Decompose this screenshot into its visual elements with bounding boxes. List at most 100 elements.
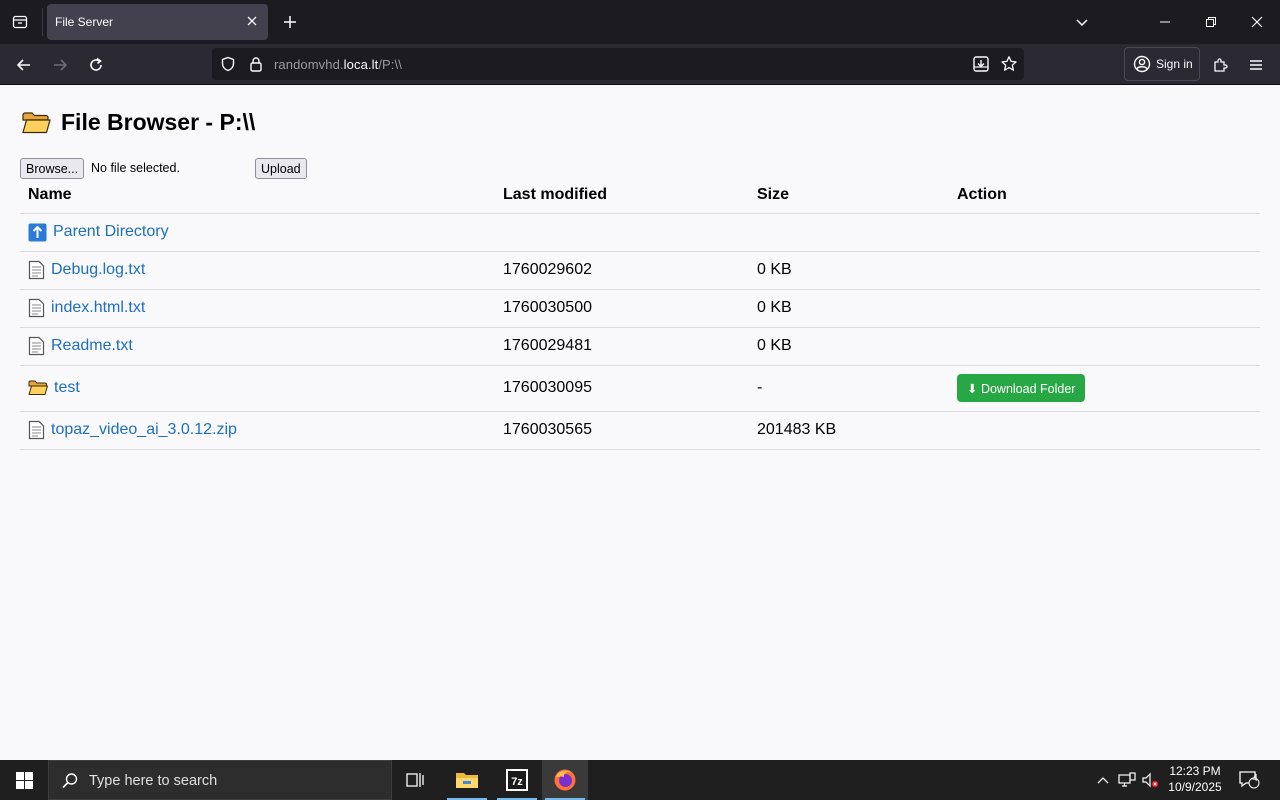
task-view-button[interactable]: [393, 760, 439, 800]
start-button[interactable]: [0, 760, 48, 800]
arrow-left-icon: [16, 59, 30, 71]
search-icon: [61, 772, 79, 795]
page-title: File Browser - P:\\: [61, 109, 256, 135]
file-link[interactable]: index.html.txt: [51, 299, 145, 317]
action-cell: [949, 289, 1260, 328]
chevron-up-icon: [1097, 777, 1109, 784]
minimize-button[interactable]: [1142, 0, 1188, 44]
action-cell: [949, 411, 1260, 450]
url-text[interactable]: randomvhd.loca.lt/P:\\: [274, 57, 402, 72]
taskbar-file-explorer[interactable]: [444, 760, 490, 800]
tab-separator: [42, 8, 43, 36]
windows-logo-icon: [15, 771, 33, 789]
column-header-name[interactable]: Name: [20, 177, 495, 214]
table-row: test 1760030095 - ⬇ Download Folder: [20, 365, 1260, 412]
close-tab-icon[interactable]: [244, 13, 260, 29]
table-row: topaz_video_ai_3.0.12.zip 1760030565 201…: [20, 411, 1260, 450]
upload-button[interactable]: Upload: [255, 158, 307, 179]
up-arrow-icon: [28, 223, 47, 241]
taskbar-clock[interactable]: 12:23 PM 10/9/2025: [1162, 763, 1228, 795]
volume-tray-button[interactable]: [1140, 760, 1160, 800]
reload-icon: [90, 57, 102, 71]
taskbar-firefox[interactable]: [542, 760, 588, 800]
app-menu-button[interactable]: [1241, 50, 1271, 80]
size-cell: 201483 KB: [749, 411, 949, 450]
forward-button[interactable]: [45, 50, 75, 80]
address-bar[interactable]: randomvhd.loca.lt/P:\\: [212, 48, 1024, 80]
file-link[interactable]: topaz_video_ai_3.0.12.zip: [51, 421, 237, 439]
tab-file-server[interactable]: File Server: [47, 4, 268, 40]
hamburger-menu-icon: [1250, 60, 1262, 70]
column-header-size[interactable]: Size: [749, 177, 949, 214]
search-placeholder: Type here to search: [89, 773, 218, 789]
name-cell: topaz_video_ai_3.0.12.zip: [20, 411, 495, 450]
action-cell: [949, 213, 1260, 252]
table-row: Readme.txt 1760029481 0 KB: [20, 327, 1260, 366]
network-tray-button[interactable]: [1117, 760, 1137, 800]
browser-titlebar: File Server: [0, 0, 1280, 44]
url-host: loca.lt: [343, 57, 379, 72]
size-cell: [749, 213, 949, 252]
browse-button[interactable]: Browse...: [20, 158, 85, 179]
action-cell: ⬇ Download Folder: [949, 365, 1260, 412]
name-cell: Parent Directory: [20, 213, 495, 252]
file-explorer-icon: [456, 773, 478, 788]
name-cell: index.html.txt: [20, 289, 495, 328]
document-icon: [28, 260, 45, 280]
modified-cell: [495, 213, 749, 252]
taskbar-7zip[interactable]: 7z: [494, 760, 540, 800]
show-hidden-icons-button[interactable]: [1094, 760, 1112, 800]
save-to-pocket-icon[interactable]: [972, 55, 990, 73]
clock-date: 10/9/2025: [1168, 780, 1222, 794]
browser-navbar: randomvhd.loca.lt/P:\\ Sign in: [0, 44, 1280, 85]
column-header-last-modified[interactable]: Last modified: [495, 177, 749, 214]
size-cell: 0 KB: [749, 289, 949, 328]
file-link[interactable]: Debug.log.txt: [51, 261, 145, 279]
close-window-button[interactable]: [1234, 0, 1280, 44]
modified-cell: 1760029602: [495, 251, 749, 290]
list-all-tabs-button[interactable]: [1070, 10, 1094, 34]
modified-cell: 1760030500: [495, 289, 749, 328]
clock-time: 12:23 PM: [1169, 764, 1221, 778]
folder-link[interactable]: test: [54, 379, 80, 397]
sign-in-button[interactable]: Sign in: [1124, 47, 1200, 81]
document-icon: [28, 420, 45, 440]
table-row: index.html.txt 1760030500 0 KB: [20, 289, 1260, 328]
arrow-right-icon: [54, 59, 68, 71]
taskbar-search-box[interactable]: Type here to search: [48, 760, 392, 800]
document-icon: [28, 336, 45, 356]
url-host-prefix: randomvhd.: [274, 57, 344, 72]
firefox-view-button[interactable]: [0, 0, 40, 44]
table-header-row: Name Last modified Size Action: [20, 177, 1260, 214]
firefox-view-icon: [12, 15, 28, 29]
task-view-icon: [406, 773, 424, 787]
extensions-button[interactable]: [1205, 50, 1235, 80]
download-folder-button[interactable]: ⬇ Download Folder: [957, 374, 1086, 402]
name-cell: Readme.txt: [20, 327, 495, 366]
firefox-icon: [554, 769, 576, 791]
action-center-button[interactable]: 4: [1234, 760, 1264, 800]
url-path: /P:\\: [378, 57, 402, 72]
network-icon: [1118, 772, 1136, 787]
reload-button[interactable]: [81, 50, 111, 80]
folder-icon: [28, 380, 48, 395]
volume-muted-icon: [1142, 772, 1159, 788]
restore-button[interactable]: [1188, 0, 1234, 44]
lock-icon[interactable]: [247, 55, 265, 73]
file-link[interactable]: Readme.txt: [51, 337, 133, 355]
sign-in-label: Sign in: [1156, 57, 1193, 71]
modified-cell: 1760030565: [495, 411, 749, 450]
name-cell: Debug.log.txt: [20, 251, 495, 290]
new-tab-button[interactable]: [278, 10, 302, 34]
modified-cell: 1760030095: [495, 365, 749, 412]
restore-icon: [1206, 17, 1216, 27]
name-cell: test: [20, 365, 495, 412]
open-folder-icon: [22, 111, 51, 133]
7zip-icon: 7z: [506, 769, 528, 791]
plus-icon: [284, 16, 296, 28]
tracking-protection-icon[interactable]: [219, 55, 237, 73]
parent-directory-link[interactable]: Parent Directory: [53, 223, 169, 241]
bookmark-star-icon[interactable]: [1000, 55, 1018, 73]
back-button[interactable]: [9, 50, 39, 80]
minimize-icon: [1160, 21, 1170, 23]
